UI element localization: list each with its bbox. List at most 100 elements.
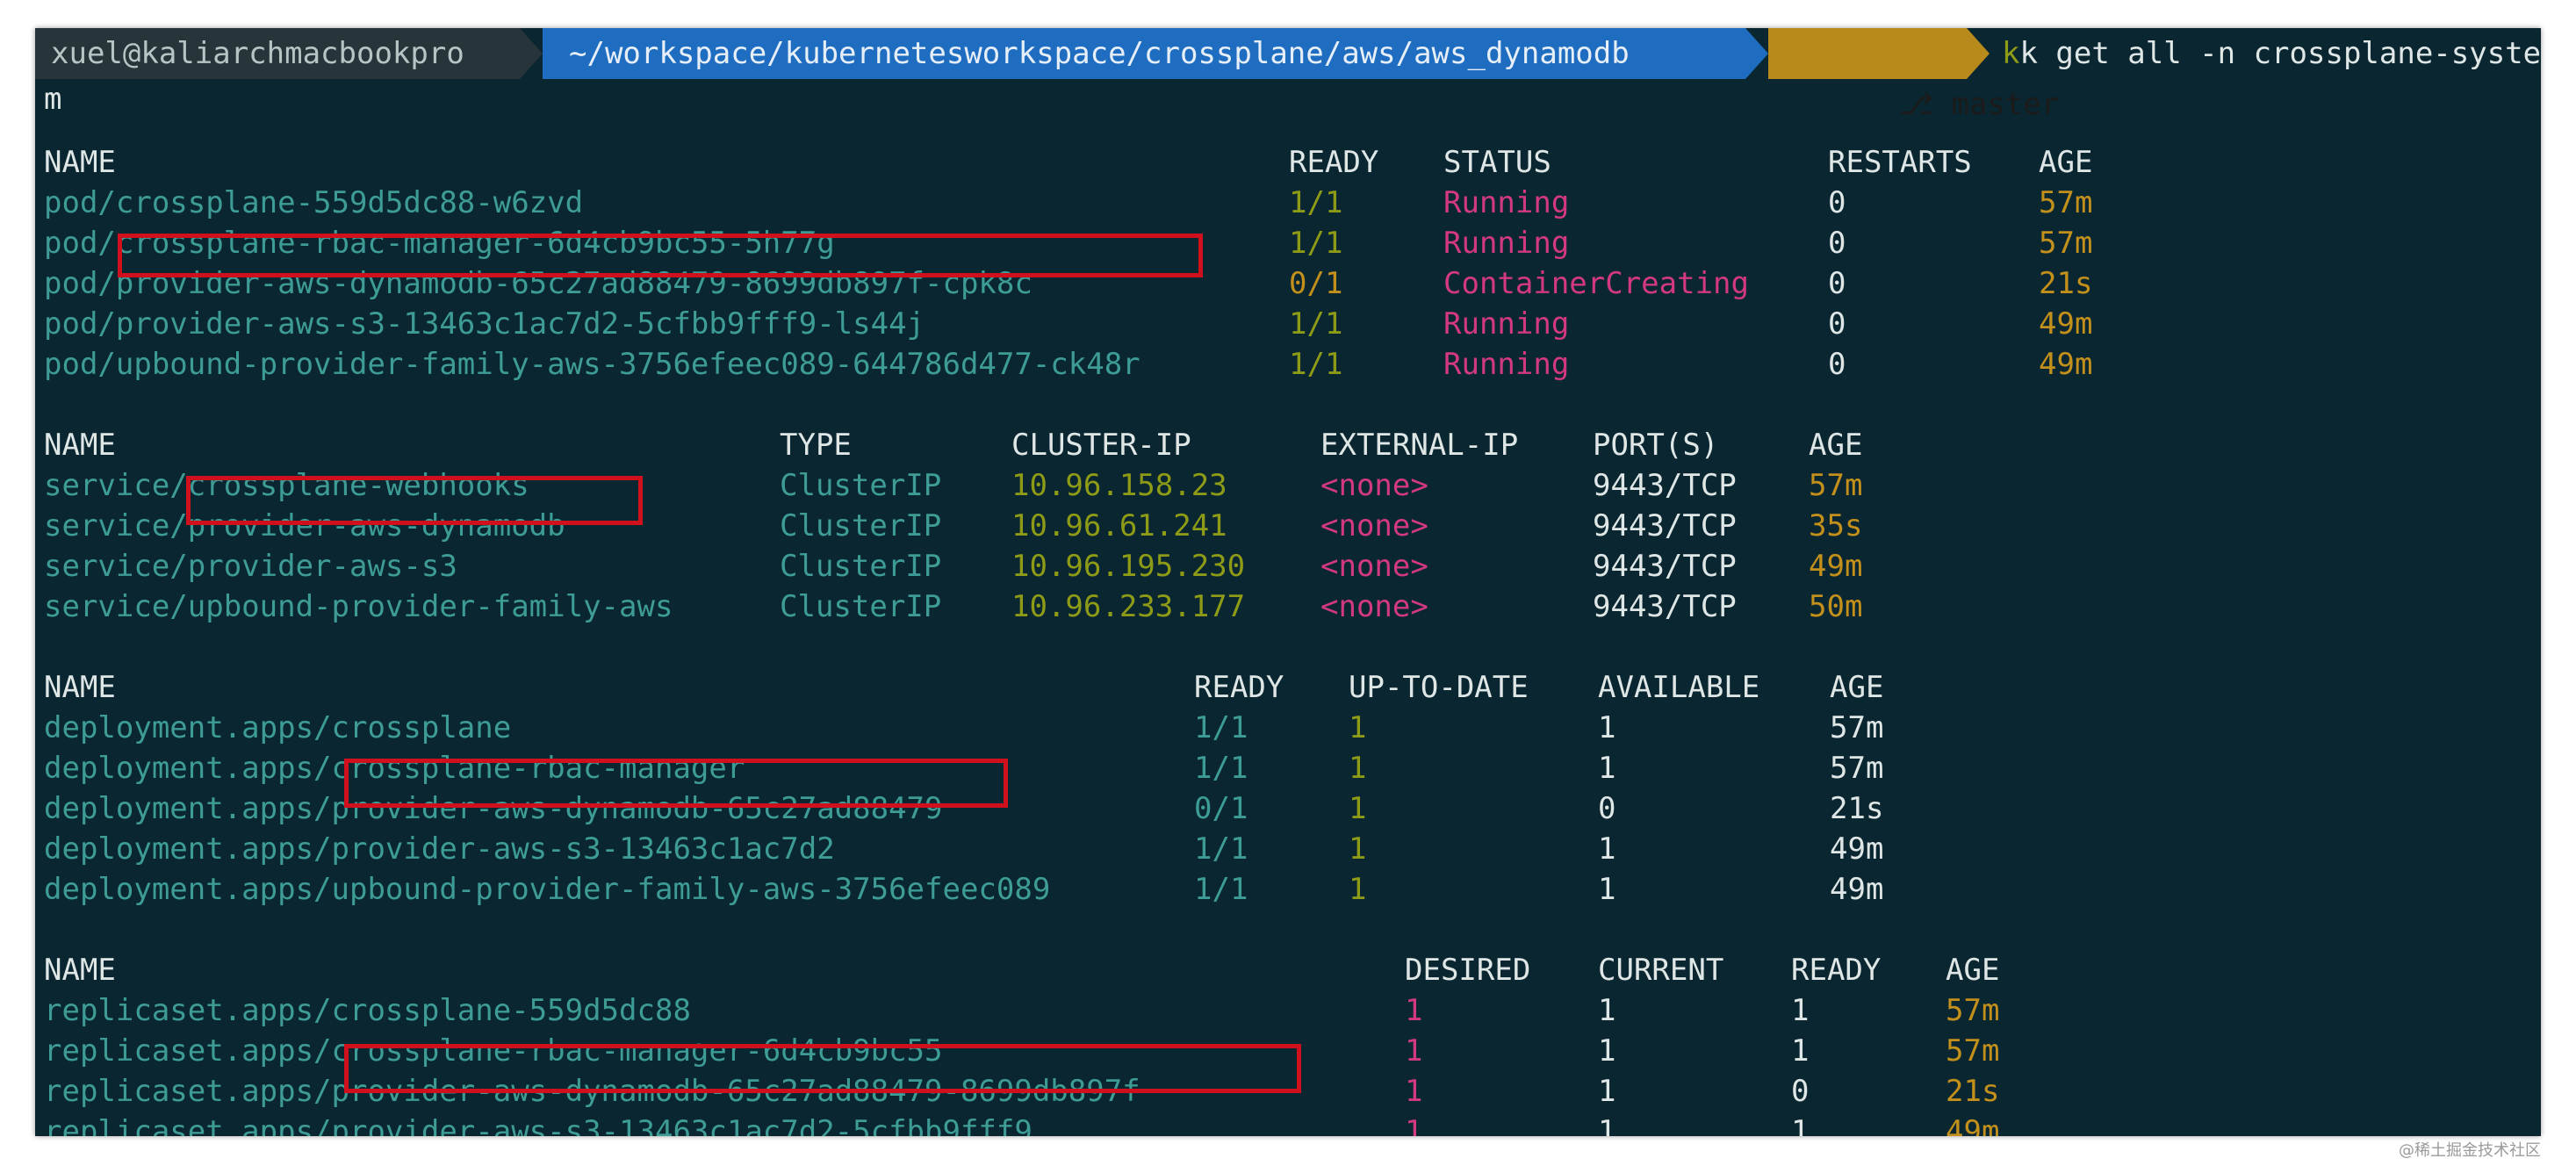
- table-cell: 1: [1791, 1033, 1810, 1069]
- shell-prompt: xuel@kaliarchmacbookpro ~/workspace/kube…: [35, 28, 2541, 122]
- highlight-box-pod: [118, 234, 1203, 277]
- column-header: STATUS: [1443, 145, 1551, 180]
- table-cell: 9443/TCP: [1593, 549, 1737, 584]
- table-cell: 0/1: [1289, 266, 1343, 301]
- table-cell: 1: [1791, 1114, 1810, 1136]
- table-cell: ClusterIP: [780, 589, 942, 624]
- table-cell: 57m: [1830, 751, 1884, 786]
- column-header: NAME: [44, 670, 116, 705]
- table-cell: 49m: [1809, 549, 1863, 584]
- table-cell: 10.96.195.230: [1011, 549, 1246, 584]
- table-cell: 1/1: [1289, 185, 1343, 220]
- table-cell: 1: [1598, 1114, 1616, 1136]
- table-cell: 1: [1349, 831, 1367, 867]
- table-cell: 9443/TCP: [1593, 508, 1737, 543]
- terminal-window[interactable]: xuel@kaliarchmacbookpro ~/workspace/kube…: [35, 28, 2541, 1136]
- table-cell: 1: [1598, 831, 1616, 867]
- table-cell: 10.96.158.23: [1011, 468, 1227, 503]
- table-cell: 1/1: [1289, 306, 1343, 342]
- prompt-path: ~/workspace/kubernetesworkspace/crosspla…: [543, 28, 1745, 79]
- table-cell: 35s: [1809, 508, 1863, 543]
- command-alias-k: k: [2002, 36, 2020, 71]
- column-header: NAME: [44, 953, 116, 988]
- column-header: AVAILABLE: [1598, 670, 1760, 705]
- table-cell: 1: [1598, 751, 1616, 786]
- table-cell: 9443/TCP: [1593, 468, 1737, 503]
- column-header: UP-TO-DATE: [1349, 670, 1529, 705]
- prompt-branch: ⎇ master: [1768, 28, 2059, 122]
- table-cell: ClusterIP: [780, 468, 942, 503]
- table-cell: service/provider-aws-s3: [44, 549, 457, 584]
- table-cell: 1: [1598, 1074, 1616, 1109]
- table-cell: 21s: [1830, 791, 1884, 826]
- column-header: READY: [1289, 145, 1379, 180]
- table-cell: 1/1: [1194, 710, 1248, 745]
- table-cell: ClusterIP: [780, 549, 942, 584]
- table-cell: 1: [1598, 1033, 1616, 1069]
- column-header: RESTARTS: [1828, 145, 1972, 180]
- table-cell: deployment.apps/crossplane: [44, 710, 512, 745]
- table-cell: 57m: [1946, 993, 2000, 1028]
- table-cell: <none>: [1320, 508, 1428, 543]
- table-cell: 0: [1828, 226, 1846, 261]
- table-cell: replicaset.apps/crossplane-559d5dc88: [44, 993, 691, 1028]
- table-cell: 50m: [1809, 589, 1863, 624]
- table-cell: Running: [1443, 185, 1570, 220]
- table-cell: 49m: [1830, 831, 1884, 867]
- column-header: CLUSTER-IP: [1011, 428, 1191, 463]
- watermark: @稀土掘金技术社区: [2399, 1141, 2541, 1160]
- table-cell: 10.96.61.241: [1011, 508, 1227, 543]
- branch-name: master: [1951, 87, 2060, 122]
- column-header: NAME: [44, 428, 116, 463]
- table-cell: pod/upbound-provider-family-aws-3756efee…: [44, 347, 1140, 382]
- table-cell: <none>: [1320, 468, 1428, 503]
- table-cell: <none>: [1320, 549, 1428, 584]
- highlight-box-replicaset: [344, 1044, 1301, 1093]
- table-cell: service/upbound-provider-family-aws: [44, 589, 673, 624]
- column-header: AGE: [1946, 953, 2000, 988]
- table-cell: 10.96.233.177: [1011, 589, 1246, 624]
- table-cell: 49m: [1830, 872, 1884, 907]
- table-cell: 49m: [2039, 306, 2093, 342]
- table-cell: pod/provider-aws-s3-13463c1ac7d2-5cfbb9f…: [44, 306, 925, 342]
- table-cell: Running: [1443, 306, 1570, 342]
- column-header: READY: [1194, 670, 1284, 705]
- table-cell: 57m: [1946, 1033, 2000, 1069]
- table-cell: 57m: [1830, 710, 1884, 745]
- table-cell: 49m: [1946, 1114, 2000, 1136]
- column-header: NAME: [44, 145, 116, 180]
- column-header: READY: [1791, 953, 1882, 988]
- highlight-box-deployment: [344, 759, 1008, 808]
- table-cell: 1: [1349, 872, 1367, 907]
- table-cell: 1: [1349, 791, 1367, 826]
- table-cell: 1: [1405, 1074, 1423, 1109]
- git-branch-icon: ⎇: [1898, 87, 1934, 122]
- column-header: TYPE: [780, 428, 852, 463]
- table-cell: 57m: [2039, 226, 2093, 261]
- table-cell: 21s: [1946, 1074, 2000, 1109]
- table-cell: 0/1: [1194, 791, 1248, 826]
- column-header: AGE: [1809, 428, 1863, 463]
- column-header: CURRENT: [1598, 953, 1724, 988]
- highlight-box-service: [186, 476, 643, 525]
- table-cell: 1: [1349, 751, 1367, 786]
- table-cell: 49m: [2039, 347, 2093, 382]
- table-cell: 1: [1598, 710, 1616, 745]
- prompt-user: xuel@kaliarchmacbookpro: [35, 28, 520, 79]
- table-cell: replicaset.apps/provider-aws-s3-13463c1a…: [44, 1114, 1033, 1136]
- table-cell: Running: [1443, 226, 1570, 261]
- table-cell: 1/1: [1289, 347, 1343, 382]
- table-cell: deployment.apps/provider-aws-s3-13463c1a…: [44, 831, 835, 867]
- table-cell: pod/crossplane-559d5dc88-w6zvd: [44, 185, 584, 220]
- table-cell: 0: [1828, 347, 1846, 382]
- command-text: k get all -n crossplane-syste: [2019, 36, 2541, 71]
- table-cell: 0: [1828, 266, 1846, 301]
- table-cell: Running: [1443, 347, 1570, 382]
- table-cell: 1/1: [1194, 751, 1248, 786]
- table-cell: 9443/TCP: [1593, 589, 1737, 624]
- table-cell: <none>: [1320, 589, 1428, 624]
- table-cell: deployment.apps/upbound-provider-family-…: [44, 872, 1051, 907]
- table-cell: 1: [1598, 872, 1616, 907]
- column-header: AGE: [2039, 145, 2093, 180]
- prompt-command[interactable]: kk get all -n crossplane-syste: [2002, 28, 2541, 79]
